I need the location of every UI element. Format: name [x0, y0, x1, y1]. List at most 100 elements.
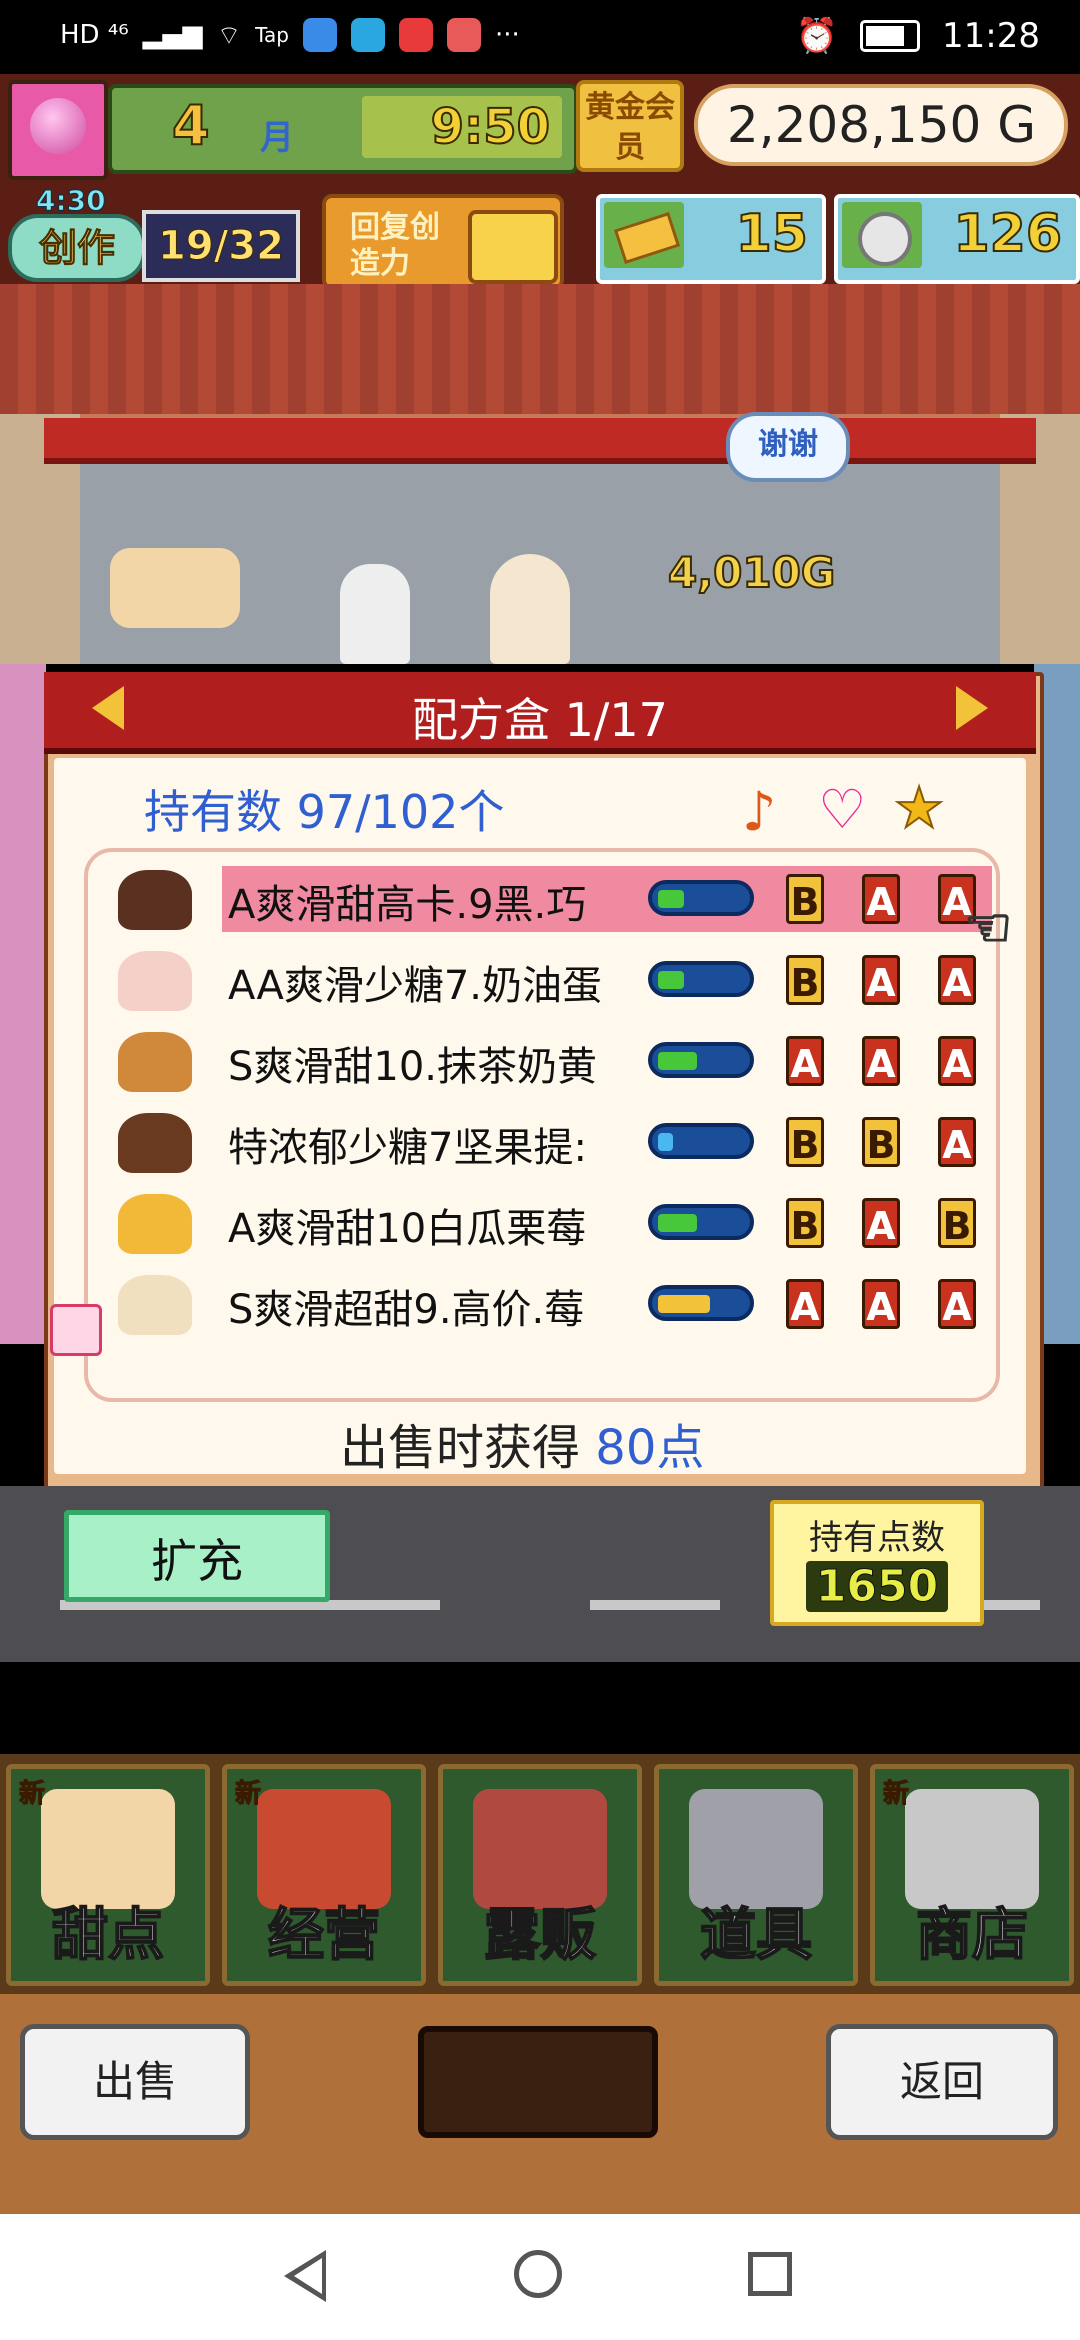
grade-badge: B: [786, 874, 824, 924]
grade-badge: A: [786, 1036, 824, 1086]
level-fill: [658, 1214, 697, 1232]
menu-button[interactable]: 道具: [654, 1764, 858, 1986]
expand-button[interactable]: 扩充: [64, 1510, 330, 1602]
sell-button[interactable]: 出售: [20, 2024, 250, 2140]
grade-badge: B: [862, 1117, 900, 1167]
recipe-level-bar: [648, 1204, 754, 1240]
recover-creativity-button[interactable]: 回复创造力: [322, 194, 564, 290]
grade-badge: A: [938, 1279, 976, 1329]
coin-counter: 126: [834, 194, 1080, 284]
menu-button[interactable]: 新商店: [870, 1764, 1074, 1986]
recipe-list: A爽滑甜高卡.9黑.巧 B A A AA爽滑少糖7.奶油蛋 B A A S爽滑甜10.抹茶奶黄 A…: [84, 848, 1000, 1402]
dessert-icon: [118, 951, 192, 1011]
tv-icon: [468, 210, 558, 284]
sale-price-popup: 4,010G: [667, 547, 836, 598]
menu-label: 经营: [267, 1902, 381, 1969]
calendar-bar: 4 月 9:50: [108, 84, 578, 174]
menu-label: 甜点: [51, 1902, 165, 1969]
customer-character: [490, 554, 570, 664]
points-label: 持有点数: [809, 1518, 945, 1558]
music-note-icon[interactable]: ♪: [742, 780, 776, 843]
side-badge-icon: [50, 1304, 102, 1356]
points-display: 持有点数 1650: [770, 1500, 984, 1626]
month-value: 4: [171, 93, 211, 158]
menu-button[interactable]: 露贩: [438, 1764, 642, 1986]
coin-count: 126: [952, 203, 1063, 265]
menu-button[interactable]: 新甜点: [6, 1764, 210, 1986]
create-panel[interactable]: 4:30 创作 19/32: [8, 184, 300, 282]
cherry-tree: [0, 664, 46, 1344]
signal-icon: ▂▄▆: [142, 20, 203, 50]
owned-count: 持有数 97/102个: [144, 785, 505, 839]
shop-roof: [0, 284, 1080, 414]
menu-button[interactable]: 新经营: [222, 1764, 426, 1986]
grade-badge: A: [862, 874, 900, 924]
grade-badge: B: [786, 955, 824, 1005]
dessert-icon: [118, 1032, 192, 1092]
weibo-icon: [399, 18, 433, 52]
nav-back-icon[interactable]: [284, 2250, 326, 2302]
menu-label: 道具: [699, 1902, 813, 1969]
recipe-level-bar: [648, 961, 754, 997]
game-clock: 9:50: [362, 96, 562, 158]
battery-icon: [860, 20, 921, 52]
bread-display: [110, 548, 240, 628]
grade-badge: A: [786, 1279, 824, 1329]
nav-recent-icon[interactable]: [748, 2252, 792, 2296]
coin-icon: [842, 202, 922, 268]
recipe-row[interactable]: S爽滑甜10.抹茶奶黄 A A A: [118, 1028, 988, 1098]
dessert-icon: [118, 1194, 192, 1254]
recover-label: 回复创造力: [350, 210, 440, 281]
heart-icon[interactable]: ♡: [818, 778, 866, 841]
dessert-icon: [118, 870, 192, 930]
recipe-row[interactable]: A爽滑甜10白瓜栗莓 B A B: [118, 1190, 988, 1260]
recipe-row[interactable]: 特浓郁少糖7坚果提: B B A: [118, 1109, 988, 1179]
dessert-icon: [118, 1113, 192, 1173]
gold-member-badge[interactable]: 黄金会员: [576, 80, 684, 172]
create-count: 19/32: [142, 210, 300, 282]
grade-badge: B: [786, 1117, 824, 1167]
clock-time: 11:28: [942, 16, 1040, 56]
grade-badge: A: [862, 955, 900, 1005]
browser-icon: [303, 18, 337, 52]
alarm-icon: ⏰: [795, 16, 839, 56]
back-button[interactable]: 返回: [826, 2024, 1058, 2140]
recipe-level-bar: [648, 1285, 754, 1321]
points-value: 1650: [805, 1561, 949, 1613]
recipe-name: S爽滑甜10.抹茶奶黄: [228, 1044, 598, 1090]
more-icon: ···: [495, 20, 520, 50]
recipe-row[interactable]: A爽滑甜高卡.9黑.巧 B A A: [118, 866, 992, 936]
recipe-name: 特浓郁少糖7坚果提:: [228, 1125, 587, 1171]
wifi-icon: ⌔: [216, 20, 242, 51]
center-slot: [418, 2026, 658, 2138]
recipe-row[interactable]: AA爽滑少糖7.奶油蛋 B A A: [118, 947, 988, 1017]
recipe-name: A爽滑甜10白瓜栗莓: [228, 1206, 587, 1252]
divider: [0, 1662, 1080, 1754]
create-label: 创作: [8, 214, 146, 282]
recipe-row[interactable]: S爽滑超甜9.高价.莓 A A A: [118, 1271, 988, 1341]
shop-awning: [44, 418, 1036, 464]
next-page-arrow-icon[interactable]: [956, 686, 988, 730]
recipe-name: S爽滑超甜9.高价.莓: [228, 1287, 585, 1333]
status-right: ⏰ 11:28: [796, 16, 1040, 56]
status-left: HD ⁴⁶ ▂▄▆ ⌔ Tap ···: [60, 18, 520, 52]
panel-title: 配方盒 1/17: [412, 693, 668, 747]
create-timer: 4:30: [36, 184, 107, 218]
star-icon[interactable]: ★: [893, 775, 945, 842]
hand-pointer-icon: ☜: [963, 895, 1013, 960]
recipe-level-bar: [648, 1123, 754, 1159]
ticket-count: 15: [735, 203, 809, 265]
money-display: 2,208,150 G: [694, 84, 1068, 166]
new-badge: 新: [234, 1779, 262, 1810]
road-line: [590, 1600, 720, 1610]
player-avatar[interactable]: [8, 80, 108, 180]
grade-badge: B: [938, 1198, 976, 1248]
panel-header: 配方盒 1/17: [44, 672, 1036, 754]
sale-label: 出售时获得: [340, 1420, 581, 1476]
sale-value: 80点: [595, 1420, 705, 1476]
dessert-icon: [118, 1275, 192, 1335]
nav-home-icon[interactable]: [514, 2250, 562, 2298]
recipe-name: AA爽滑少糖7.奶油蛋: [228, 963, 603, 1009]
ticket-icon: [604, 202, 684, 268]
level-fill: [658, 1133, 674, 1151]
